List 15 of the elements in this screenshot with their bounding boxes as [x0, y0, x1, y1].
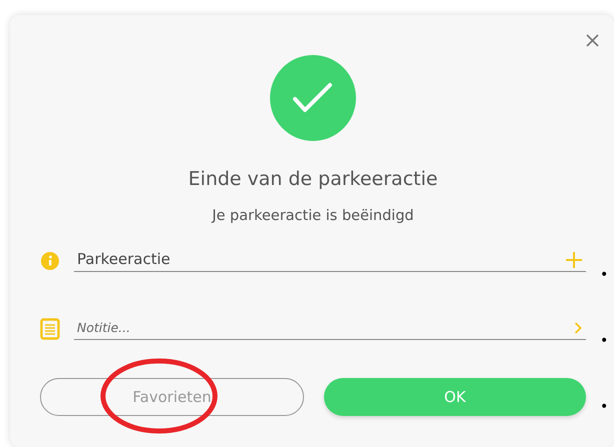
favorites-button[interactable]: Favorieten — [40, 378, 304, 416]
name-field[interactable]: Parkeeractie — [74, 250, 586, 272]
note-icon — [40, 318, 60, 340]
bullet-marks: • — [600, 332, 608, 351]
close-icon[interactable] — [586, 34, 599, 47]
note-field[interactable]: Notitie... — [74, 318, 586, 340]
bullet-marks: • — [600, 398, 608, 417]
chevron-right-icon[interactable] — [574, 322, 582, 334]
dialog-message: Je parkeeractie is beëindigd — [212, 208, 414, 224]
bullet-marks: • — [600, 266, 608, 285]
info-icon — [41, 252, 59, 270]
dialog-title: Einde van de parkeeractie — [188, 168, 438, 190]
plus-icon[interactable] — [566, 252, 582, 268]
ok-button[interactable]: OK — [324, 378, 586, 416]
checkmark-icon — [270, 55, 356, 141]
